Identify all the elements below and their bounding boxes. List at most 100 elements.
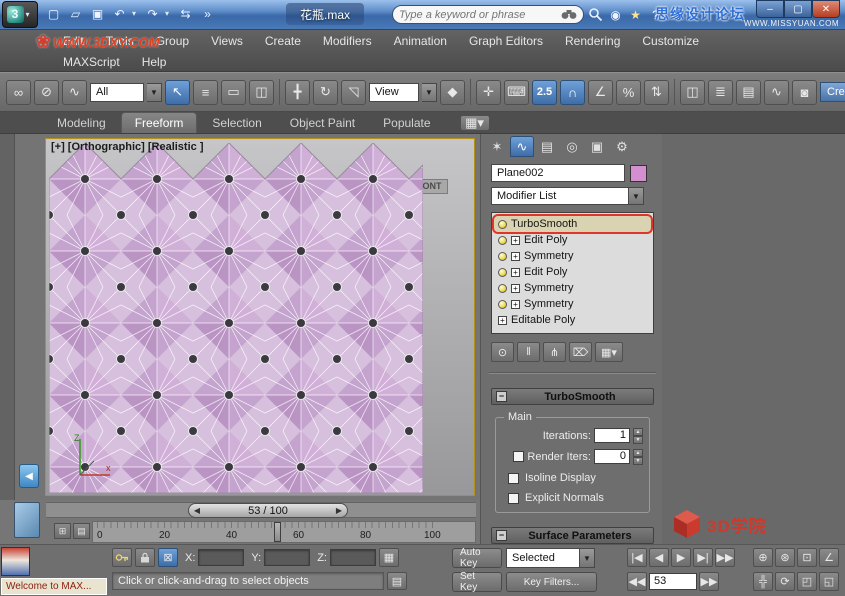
make-unique-icon[interactable]: ⋔ [543,342,566,362]
select-and-manipulate-icon[interactable]: ✛ [476,80,501,105]
menu-views[interactable]: Views [200,32,254,50]
select-object-icon[interactable]: ↖ [165,80,190,105]
configure-modifier-sets-icon[interactable]: ▦▾ [595,342,623,362]
orbit-icon[interactable]: ⟳ [775,572,795,591]
ribbon-config-dropdown-icon[interactable]: ▦▾ [460,115,490,131]
iterations-field[interactable]: 1 [594,428,630,443]
open-file-icon[interactable]: ▱ [66,4,85,23]
maximize-button[interactable]: ▢ [784,0,812,18]
select-and-scale-icon[interactable]: ◹ [341,80,366,105]
welcome-thumbnail[interactable] [1,547,30,576]
next-key-icon[interactable]: ▶▶ [699,572,719,591]
select-by-name-icon[interactable]: ≡ [193,80,218,105]
stack-item-symmetry-1[interactable]: + Symmetry [494,248,651,264]
key-filters-button[interactable]: Key Filters... [506,572,597,592]
menu-graph-editors[interactable]: Graph Editors [458,32,554,50]
mirror-icon[interactable]: ◫ [680,80,705,105]
bind-to-space-warp-icon[interactable]: ∿ [62,80,87,105]
expand-plus-icon[interactable]: + [511,268,520,277]
viewport-layout-arrow-button[interactable]: ◀ [19,464,39,488]
snaps-toggle-button[interactable]: 2.5 [532,80,557,105]
reference-coordinate-dropdown[interactable]: View [369,83,419,102]
selection-filter-dropdown[interactable]: All [90,83,144,102]
go-to-start-icon[interactable]: |◀ [627,548,647,567]
project-workspace-icon[interactable]: ⇆ [176,4,195,23]
zoom-region-icon[interactable]: ◰ [797,572,817,591]
use-pivot-point-center-icon[interactable]: ◆ [440,80,465,105]
turbosmooth-rollout-header[interactable]: − TurboSmooth [491,388,654,405]
window-crossing-icon[interactable]: ◫ [249,80,274,105]
communication-center-icon[interactable]: ◉ [608,5,623,24]
layer-manager-icon[interactable]: ▤ [736,80,761,105]
key-icon[interactable] [112,548,132,567]
stack-item-symmetry-3[interactable]: + Symmetry [494,296,651,312]
grid-settings-icon[interactable]: ▦ [379,548,399,567]
object-color-swatch[interactable] [630,165,647,182]
create-selection-set-field[interactable]: Create Selection [820,82,845,102]
surface-parameters-rollout-header[interactable]: − Surface Parameters [491,527,654,544]
application-menu-button[interactable]: 3 ▾ [2,1,38,28]
menu-animation[interactable]: Animation [383,32,458,50]
ribbon-tab-modeling[interactable]: Modeling [44,113,119,133]
visibility-bulb-icon[interactable] [498,284,507,293]
previous-frame-arrow-icon[interactable]: ◀ [189,506,205,515]
explicit-normals-checkbox[interactable] [508,493,519,504]
show-end-result-icon[interactable]: ‖ [517,342,540,362]
render-iters-spinner[interactable]: ▲▼ [633,449,643,464]
select-and-rotate-icon[interactable]: ↻ [313,80,338,105]
menu-rendering[interactable]: Rendering [554,32,631,50]
redo-dropdown-icon[interactable]: ▾ [165,9,173,18]
stack-item-editable-poly[interactable]: + Editable Poly [494,312,651,328]
zoom-extents-icon[interactable]: ⊡ [797,548,817,567]
orthographic-viewport[interactable]: [+] [Orthographic] [Realistic ] FRONT [45,138,475,496]
zoom-icon[interactable]: ⊕ [753,548,773,567]
ribbon-tab-selection[interactable]: Selection [199,113,274,133]
favorites-star-icon[interactable]: ★ [628,5,643,24]
menu-customize[interactable]: Customize [631,32,710,50]
menu-help[interactable]: Help [131,53,178,71]
track-bar-ruler[interactable]: 0 20 40 60 80 100 [92,521,476,543]
previous-frame-icon[interactable]: ◀ [649,548,669,567]
menu-modifiers[interactable]: Modifiers [312,32,383,50]
visibility-bulb-icon[interactable] [498,236,507,245]
isoline-display-checkbox[interactable] [508,473,519,484]
object-name-field[interactable]: Plane002 [491,164,625,182]
material-editor-icon[interactable]: ◙ [792,80,817,105]
next-frame-icon[interactable]: ▶| [693,548,713,567]
render-iters-checkbox[interactable] [513,451,524,462]
current-frame-marker[interactable] [274,522,281,542]
current-frame-field[interactable]: 53 [649,573,697,590]
set-key-button[interactable]: Set Key [452,572,502,592]
time-slider[interactable]: ◀ 53 / 100 ▶ [188,503,348,518]
stack-item-turbosmooth[interactable]: TurboSmooth [494,216,651,232]
menu-maxscript[interactable]: MAXScript [52,53,131,71]
select-and-link-icon[interactable]: ∞ [6,80,31,105]
spinner-snap-toggle-icon[interactable]: ⇅ [644,80,669,105]
rectangular-selection-region-icon[interactable]: ▭ [221,80,246,105]
binoculars-icon[interactable] [561,9,577,20]
lock-selection-icon[interactable] [135,548,155,567]
undo-dropdown-icon[interactable]: ▾ [132,9,140,18]
visibility-bulb-icon[interactable] [498,220,507,229]
new-scene-icon[interactable]: ▢ [44,4,63,23]
visibility-bulb-icon[interactable] [498,252,507,261]
undo-icon[interactable]: ↶ [110,4,129,23]
expand-plus-icon[interactable]: + [498,316,507,325]
expand-plus-icon[interactable]: + [511,300,520,309]
render-iters-field[interactable]: 0 [594,449,630,464]
expand-plus-icon[interactable]: + [511,236,520,245]
ribbon-tab-freeform[interactable]: Freeform [121,112,198,133]
snap-magnet-icon[interactable]: ∩ [560,80,585,105]
toolbar-overflow-chevron-icon[interactable]: » [198,4,217,23]
stack-item-symmetry-2[interactable]: + Symmetry [494,280,651,296]
redo-icon[interactable]: ↷ [143,4,162,23]
curve-editor-icon[interactable]: ∿ [764,80,789,105]
selection-filter-arrow-icon[interactable]: ▼ [147,83,162,102]
z-coordinate-field[interactable] [330,549,376,566]
field-of-view-icon[interactable]: ∠ [819,548,839,567]
maximize-viewport-toggle-icon[interactable]: ◱ [819,572,839,591]
search-icon[interactable] [588,7,603,22]
minimize-button[interactable]: – [756,0,784,18]
auto-key-button[interactable]: Auto Key [452,548,502,568]
display-tab-icon[interactable]: ▣ [585,136,609,157]
